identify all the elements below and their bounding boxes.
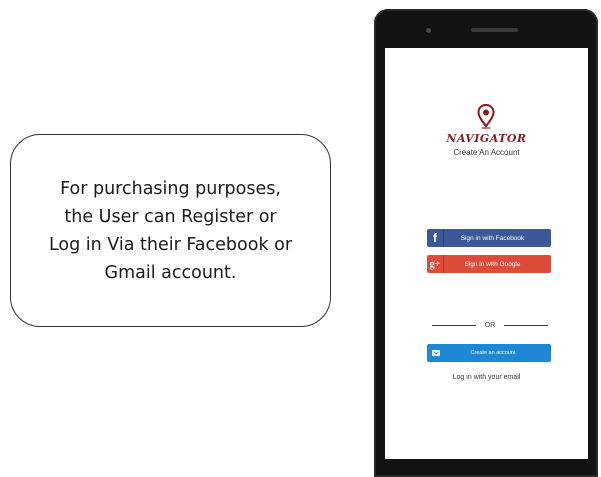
login-with-email-link[interactable]: Log in with your email <box>385 374 588 381</box>
or-text: OR <box>484 321 496 329</box>
callout-text: For purchasing purposes, the User can Re… <box>48 178 293 283</box>
google-signin-label: Sign in with Google <box>464 260 521 268</box>
camera-icon <box>426 28 431 33</box>
facebook-icon: f <box>427 229 444 247</box>
create-account-button[interactable]: Create an account <box>427 344 551 362</box>
location-pin-icon <box>477 104 495 130</box>
create-account-label: Create an account <box>470 350 516 356</box>
divider-line-left <box>432 324 476 326</box>
phone-frame: NAVIGATOR Create An Account f Sign in wi… <box>374 9 598 477</box>
app-screen: NAVIGATOR Create An Account f Sign in wi… <box>385 48 588 459</box>
facebook-signin-button[interactable]: f Sign in with Facebook <box>427 229 551 247</box>
facebook-signin-label: Sign in with Facebook <box>460 234 525 242</box>
divider-line-right <box>504 324 548 326</box>
app-logo-text: NAVIGATOR <box>446 132 527 145</box>
google-signin-button[interactable]: g+ Sign in with Google <box>427 255 551 273</box>
page-subtitle: Create An Account <box>453 148 520 157</box>
description-callout: For purchasing purposes, the User can Re… <box>10 134 331 327</box>
or-divider: OR <box>432 320 548 330</box>
mail-icon <box>427 344 445 362</box>
speaker-grille <box>471 28 518 32</box>
google-plus-icon: g+ <box>427 255 444 273</box>
